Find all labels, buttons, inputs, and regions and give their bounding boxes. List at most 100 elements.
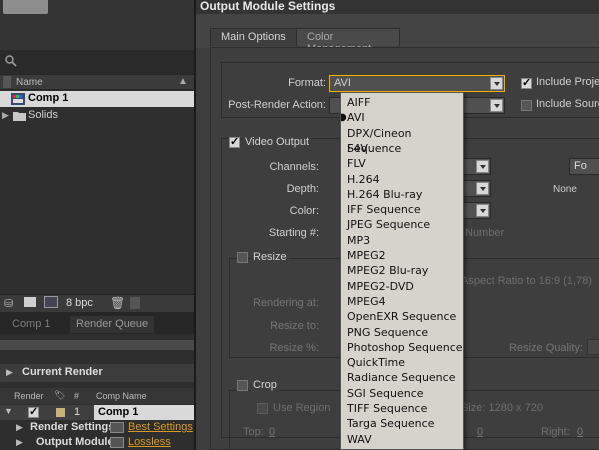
- expand-arrow-icon[interactable]: ▶: [16, 422, 23, 433]
- format-option[interactable]: Photoshop Sequence: [341, 340, 463, 355]
- project-panel: Name ▲ Comp 1 ▶ Solids ⛁ 8 bpc 🗑 Comp 1 …: [0, 0, 194, 450]
- include-project-label: Include Project: [536, 76, 599, 88]
- new-composition-icon[interactable]: [44, 296, 58, 308]
- use-region-checkbox[interactable]: [257, 403, 268, 414]
- render-queue-item[interactable]: ▼ 1 Comp 1: [0, 405, 194, 420]
- render-settings-link[interactable]: Best Settings: [128, 421, 193, 433]
- new-folder-icon[interactable]: [24, 297, 36, 307]
- format-option[interactable]: FLV: [341, 156, 463, 171]
- format-option[interactable]: H.264: [341, 172, 463, 187]
- format-option-label: QuickTime: [347, 356, 406, 370]
- format-label: Format:: [288, 77, 326, 89]
- format-option[interactable]: MPEG4: [341, 294, 463, 309]
- include-source-label: Include Source: [536, 98, 599, 110]
- bottom-panel-tabs: Comp 1 Render Queue: [0, 312, 194, 334]
- format-option[interactable]: ●AVI: [341, 110, 463, 125]
- project-search-bar[interactable]: [0, 50, 194, 74]
- render-column-header[interactable]: Render: [14, 391, 44, 401]
- starting-number-label: Starting #:: [268, 227, 319, 239]
- tab-main-options[interactable]: Main Options: [210, 28, 297, 46]
- number-column-header[interactable]: #: [74, 391, 79, 401]
- render-settings-dropdown-icon[interactable]: [110, 422, 124, 433]
- expand-arrow-icon[interactable]: ▶: [16, 437, 23, 448]
- search-icon[interactable]: [4, 54, 18, 68]
- project-item-solids[interactable]: ▶ Solids: [0, 108, 194, 124]
- chevron-down-icon[interactable]: [476, 160, 489, 173]
- format-option[interactable]: F4V: [341, 141, 463, 156]
- depth-select[interactable]: [461, 180, 491, 197]
- final-size-label: Size: 1280 x 720: [461, 402, 543, 414]
- resize-quality-select[interactable]: [587, 339, 599, 355]
- format-option-label: OpenEXR Sequence: [347, 310, 457, 324]
- current-render-header[interactable]: ▶ Current Render: [0, 364, 194, 382]
- label-color-swatch[interactable]: [56, 408, 65, 417]
- render-progress-bar: [0, 340, 194, 350]
- video-output-checkbox[interactable]: [229, 135, 240, 148]
- bit-depth-button[interactable]: 8 bpc: [66, 297, 93, 309]
- interpret-footage-icon[interactable]: ⛁: [4, 297, 13, 310]
- crop-checkbox[interactable]: [237, 380, 248, 391]
- format-option[interactable]: QuickTime: [341, 355, 463, 370]
- tab-comp-1[interactable]: Comp 1: [6, 316, 57, 333]
- format-option[interactable]: SGI Sequence: [341, 386, 463, 401]
- tab-color-management[interactable]: Color Management: [296, 28, 400, 55]
- collapse-arrow-icon[interactable]: ▼: [4, 406, 13, 416]
- crop-bottom-value[interactable]: 0: [477, 426, 483, 438]
- format-option-label: MPEG2 Blu-ray: [347, 264, 429, 278]
- comp-name-cell[interactable]: Comp 1: [94, 405, 194, 420]
- format-option[interactable]: AIFF: [341, 95, 463, 110]
- format-option[interactable]: OpenEXR Sequence: [341, 309, 463, 324]
- crop-label: Crop: [251, 379, 279, 391]
- crop-top-value[interactable]: 0: [269, 426, 275, 438]
- trash-icon[interactable]: 🗑: [110, 296, 125, 310]
- tab-render-queue[interactable]: Render Queue: [70, 316, 155, 333]
- format-option[interactable]: MPEG2 Blu-ray: [341, 263, 463, 278]
- format-option[interactable]: TIFF Sequence: [341, 401, 463, 416]
- output-module-dropdown-icon[interactable]: [110, 437, 124, 448]
- format-option[interactable]: MPEG2: [341, 248, 463, 263]
- format-option[interactable]: IFF Sequence: [341, 202, 463, 217]
- format-option[interactable]: H.264 Blu-ray: [341, 187, 463, 202]
- format-option[interactable]: Radiance Sequence: [341, 370, 463, 385]
- use-region-label: Use Region: [273, 402, 331, 414]
- scroll-left-button[interactable]: [130, 297, 140, 309]
- project-item-comp-1[interactable]: Comp 1: [0, 91, 194, 107]
- project-column-header[interactable]: Name ▲: [0, 74, 194, 90]
- format-option[interactable]: JPEG Sequence: [341, 217, 463, 232]
- output-module-link[interactable]: Lossless: [128, 436, 171, 448]
- chevron-down-icon[interactable]: [490, 77, 503, 90]
- expand-arrow-icon[interactable]: ▶: [6, 367, 13, 378]
- chevron-down-icon[interactable]: [476, 182, 489, 195]
- format-option-label: H.264: [347, 172, 380, 186]
- format-option[interactable]: DPX/Cineon Sequence: [341, 126, 463, 155]
- label-column-marker: [3, 76, 11, 88]
- crop-right-value[interactable]: 0: [577, 426, 583, 438]
- sort-up-icon[interactable]: ▲: [178, 76, 188, 87]
- format-option[interactable]: MP3: [341, 233, 463, 248]
- color-select[interactable]: [461, 202, 491, 219]
- format-select[interactable]: AVI: [329, 75, 505, 92]
- format-option-label: AVI: [347, 111, 365, 125]
- channels-select[interactable]: [461, 158, 491, 175]
- chevron-down-icon[interactable]: [476, 204, 489, 217]
- format-option[interactable]: WAV: [341, 432, 463, 447]
- format-option[interactable]: MPEG2-DVD: [341, 279, 463, 294]
- render-settings-label: Render Settings:: [30, 421, 119, 433]
- output-module-label: Output Module:: [36, 436, 118, 448]
- render-checkbox[interactable]: [28, 405, 39, 418]
- format-option[interactable]: PNG Sequence: [341, 325, 463, 340]
- composition-icon: [11, 93, 25, 105]
- resize-checkbox[interactable]: [237, 252, 248, 263]
- channels-label: Channels:: [269, 161, 319, 173]
- name-column-header[interactable]: Name: [16, 77, 43, 88]
- expand-arrow-icon[interactable]: ▶: [2, 110, 9, 121]
- selected-bullet-icon: ●: [341, 110, 347, 125]
- include-project-checkbox[interactable]: [521, 76, 532, 89]
- comp-name-column-header[interactable]: Comp Name: [96, 391, 147, 401]
- project-item-label: Comp 1: [28, 92, 69, 104]
- include-source-checkbox[interactable]: [521, 100, 532, 111]
- format-option-label: MPEG2-DVD: [347, 279, 414, 293]
- chevron-down-icon[interactable]: [490, 99, 503, 112]
- format-option[interactable]: Targa Sequence: [341, 416, 463, 431]
- format-options-button[interactable]: Fo: [569, 158, 599, 175]
